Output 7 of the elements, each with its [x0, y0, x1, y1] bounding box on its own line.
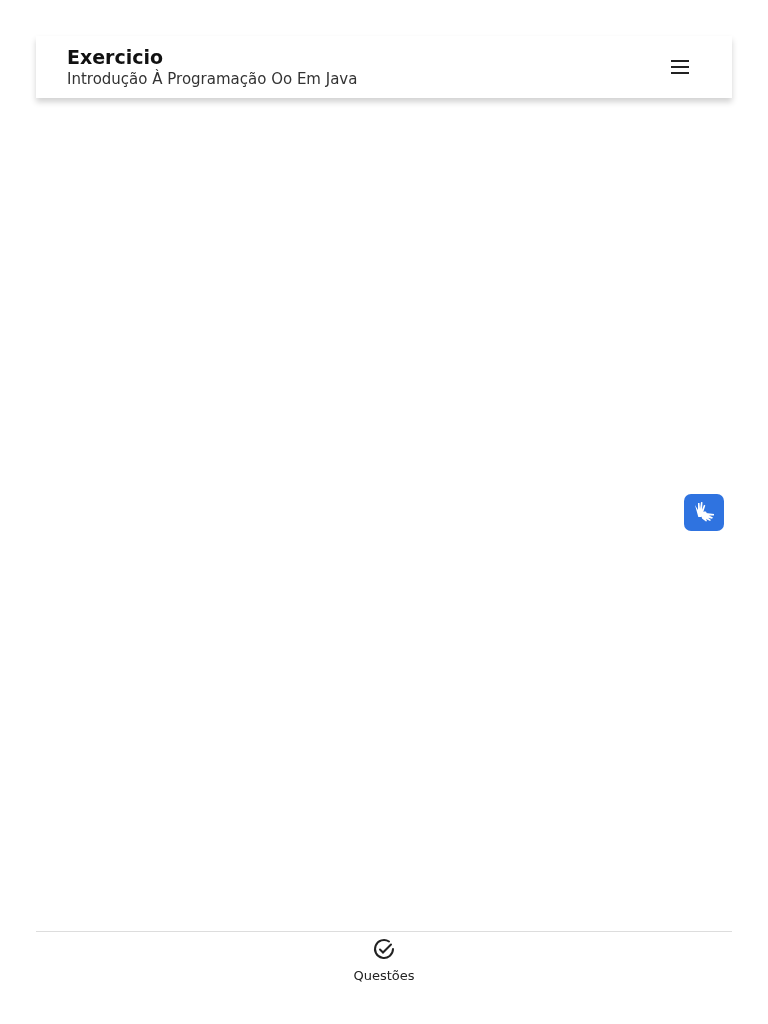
nav-tab[interactable]: Questões	[345, 938, 423, 984]
accessibility-button[interactable]	[684, 494, 724, 531]
page-title: Exercicio	[67, 45, 165, 69]
hands-icon	[692, 501, 716, 524]
check-circle-icon	[372, 938, 396, 962]
page-subtitle: Introdução À Programação Oo Em Java	[67, 69, 358, 89]
menu-icon[interactable]	[670, 60, 690, 74]
